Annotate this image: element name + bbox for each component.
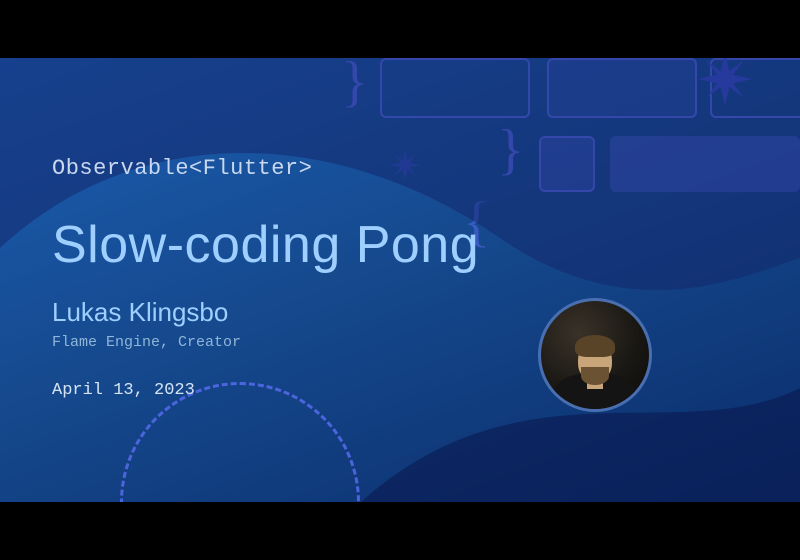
video-title-card: } } { { Observable<Flutter> Slow-coding … <box>0 58 800 502</box>
avatar <box>538 298 652 412</box>
deco-rect-icon <box>380 58 530 118</box>
dotted-circle-icon <box>120 382 360 502</box>
talk-title: Slow-coding Pong <box>52 215 479 275</box>
talk-date: April 13, 2023 <box>52 381 479 400</box>
series-label: Observable<Flutter> <box>52 156 479 181</box>
curly-brace-icon: } <box>341 58 368 114</box>
deco-rect-icon <box>610 136 800 192</box>
speaker-name: Lukas Klingsbo <box>52 297 479 328</box>
deco-rect-icon <box>539 136 595 192</box>
letterbox-top <box>0 0 800 58</box>
avatar-image <box>549 337 641 412</box>
curly-brace-icon: } <box>497 118 524 182</box>
letterbox-bottom <box>0 502 800 560</box>
deco-rect-icon <box>547 58 697 118</box>
speaker-role: Flame Engine, Creator <box>52 334 479 351</box>
content-block: Observable<Flutter> Slow-coding Pong Luk… <box>52 156 479 400</box>
